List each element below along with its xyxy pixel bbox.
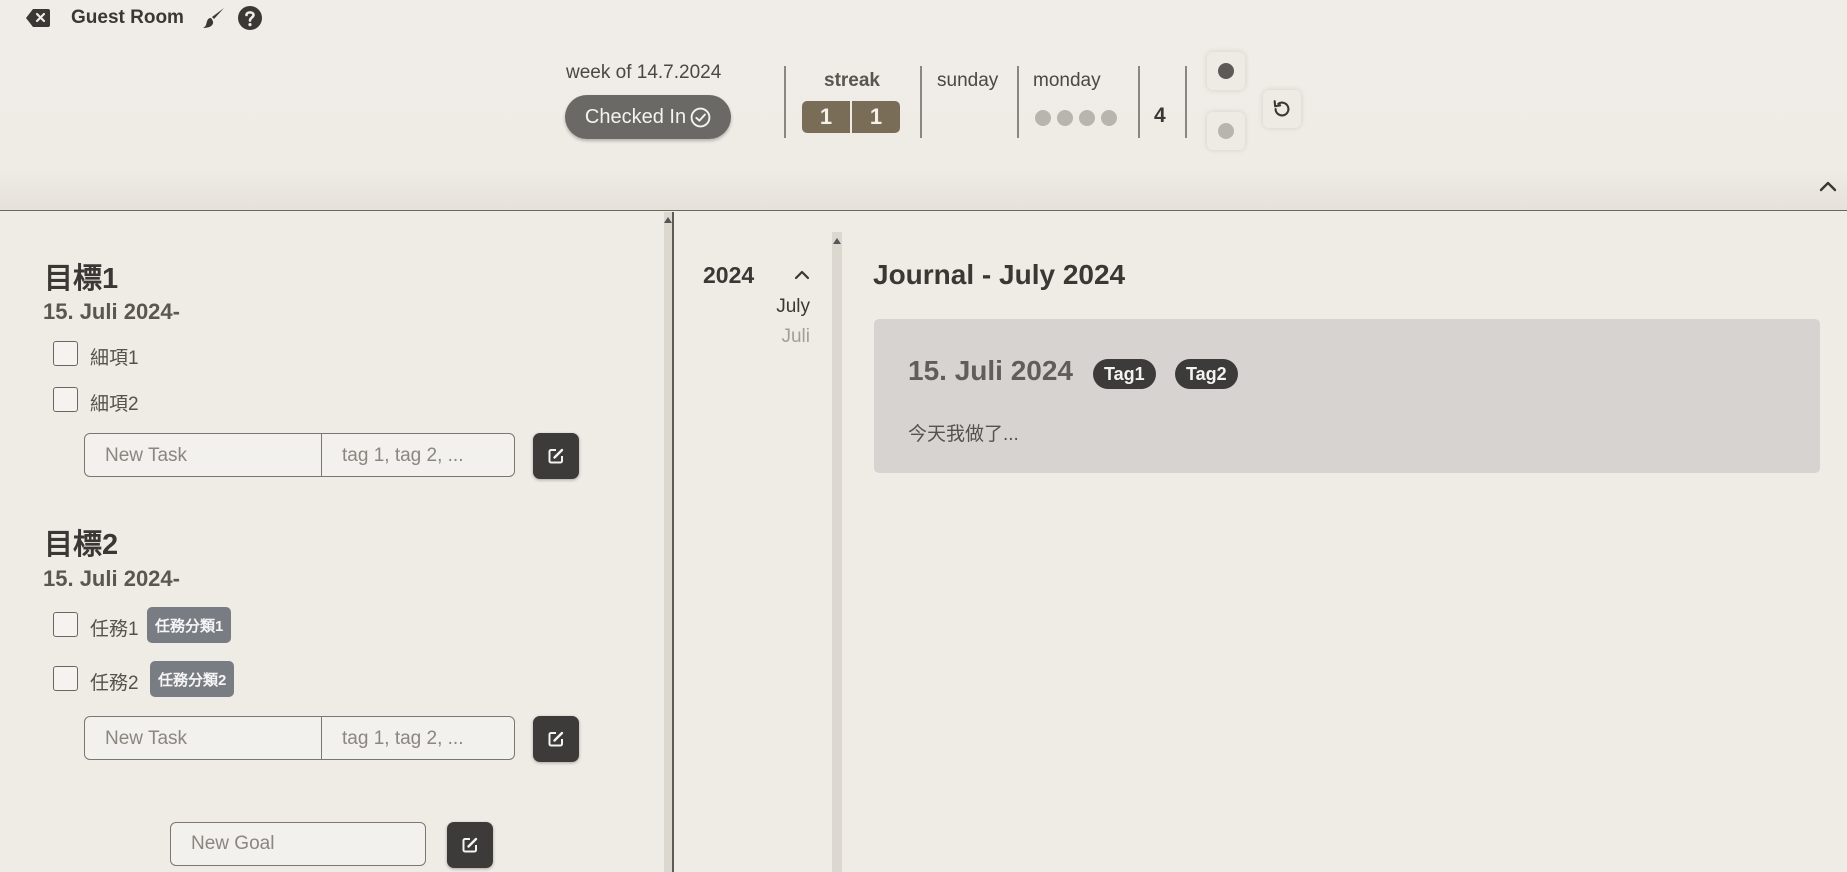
journal-entry[interactable]: 15. Juli 2024 Tag1 Tag2 今天我做了... [874,319,1820,473]
chevron-up-icon[interactable] [1818,178,1838,194]
pane-divider[interactable] [672,212,674,872]
add-goal-button[interactable] [447,822,493,868]
goals-pane: 目標1 15. Juli 2024- 細項1 細項2 目標2 15. Juli … [0,212,672,872]
top-bar: Guest Room week of 14.7.2024 Checked In … [0,0,1847,211]
task-tag: 任務分類2 [150,661,235,697]
chevron-up-icon[interactable] [793,268,811,282]
week-label: week of 14.7.2024 [566,62,722,83]
edit-icon [548,448,564,464]
nav-month-july[interactable]: July [776,296,810,318]
add-task-button[interactable] [533,716,579,762]
task-tags-input[interactable] [322,717,514,759]
help-icon[interactable] [238,6,262,30]
nav-year[interactable]: 2024 [703,262,754,289]
habit-dot[interactable] [1057,110,1073,126]
edit-icon [548,731,564,747]
task-label: 細項1 [90,348,139,369]
habit-dot[interactable] [1101,110,1117,126]
habit-dot[interactable] [1035,110,1051,126]
dot-icon [1218,63,1234,79]
day-label-sunday: sunday [937,70,999,91]
task-checkbox[interactable] [53,387,78,412]
task-checkbox[interactable] [53,341,78,366]
goal-title: 目標2 [44,529,119,561]
habit-dot[interactable] [1079,110,1095,126]
task-tags-input[interactable] [322,434,514,476]
add-task-button[interactable] [533,433,579,479]
task-tag: 任務分類1 [147,607,232,643]
dot-button-dark[interactable] [1207,52,1245,90]
scroll-up-arrow-icon[interactable] [833,238,841,244]
dot-button-light[interactable] [1207,112,1245,150]
new-goal-input[interactable] [170,822,426,866]
day-label-monday: monday [1033,70,1101,91]
month-list: July Juli [740,295,810,355]
count-value: 4 [1154,104,1166,127]
goal-date: 15. Juli 2024- [43,566,180,591]
task-label: 任務1 [90,619,139,640]
dot-icon [1218,123,1234,139]
divider [920,66,922,138]
divider [1138,66,1140,138]
streak-divider [850,101,852,133]
nav-month-juli[interactable]: Juli [781,326,810,348]
task-checkbox[interactable] [53,666,78,691]
new-task-form [84,716,515,760]
task-checkbox[interactable] [53,612,78,637]
edit-icon [462,837,478,853]
app-title: Guest Room [71,7,184,28]
undo-icon [1273,100,1290,117]
streak-best: 1 [852,101,900,133]
divider [784,66,786,138]
undo-button[interactable] [1263,90,1301,128]
goal-title: 目標1 [44,263,119,295]
task-label: 任務2 [90,673,139,694]
check-circle-icon [690,107,711,127]
entry-tag[interactable]: Tag1 [1093,359,1156,389]
journal-title: Journal - July 2024 [873,259,1126,290]
streak-label: streak [824,70,880,91]
entry-tag[interactable]: Tag2 [1175,359,1238,389]
nav-scrollbar[interactable] [832,232,842,872]
streak-current: 1 [802,101,850,133]
checked-in-label: Checked In [584,105,687,128]
task-label: 細項2 [90,394,139,415]
scroll-up-arrow-icon[interactable] [664,217,672,223]
entry-date: 15. Juli 2024 [908,355,1074,386]
new-task-form [84,433,515,477]
divider [1185,66,1187,138]
checked-in-button[interactable]: Checked In [565,95,731,139]
entry-text: 今天我做了... [908,424,1019,445]
close-icon[interactable] [26,8,50,28]
goals-scrollbar[interactable] [664,212,672,872]
new-task-input[interactable] [85,717,322,759]
goal-date: 15. Juli 2024- [43,299,180,324]
new-task-input[interactable] [85,434,322,476]
divider [1017,66,1019,138]
brush-icon[interactable] [202,6,226,30]
